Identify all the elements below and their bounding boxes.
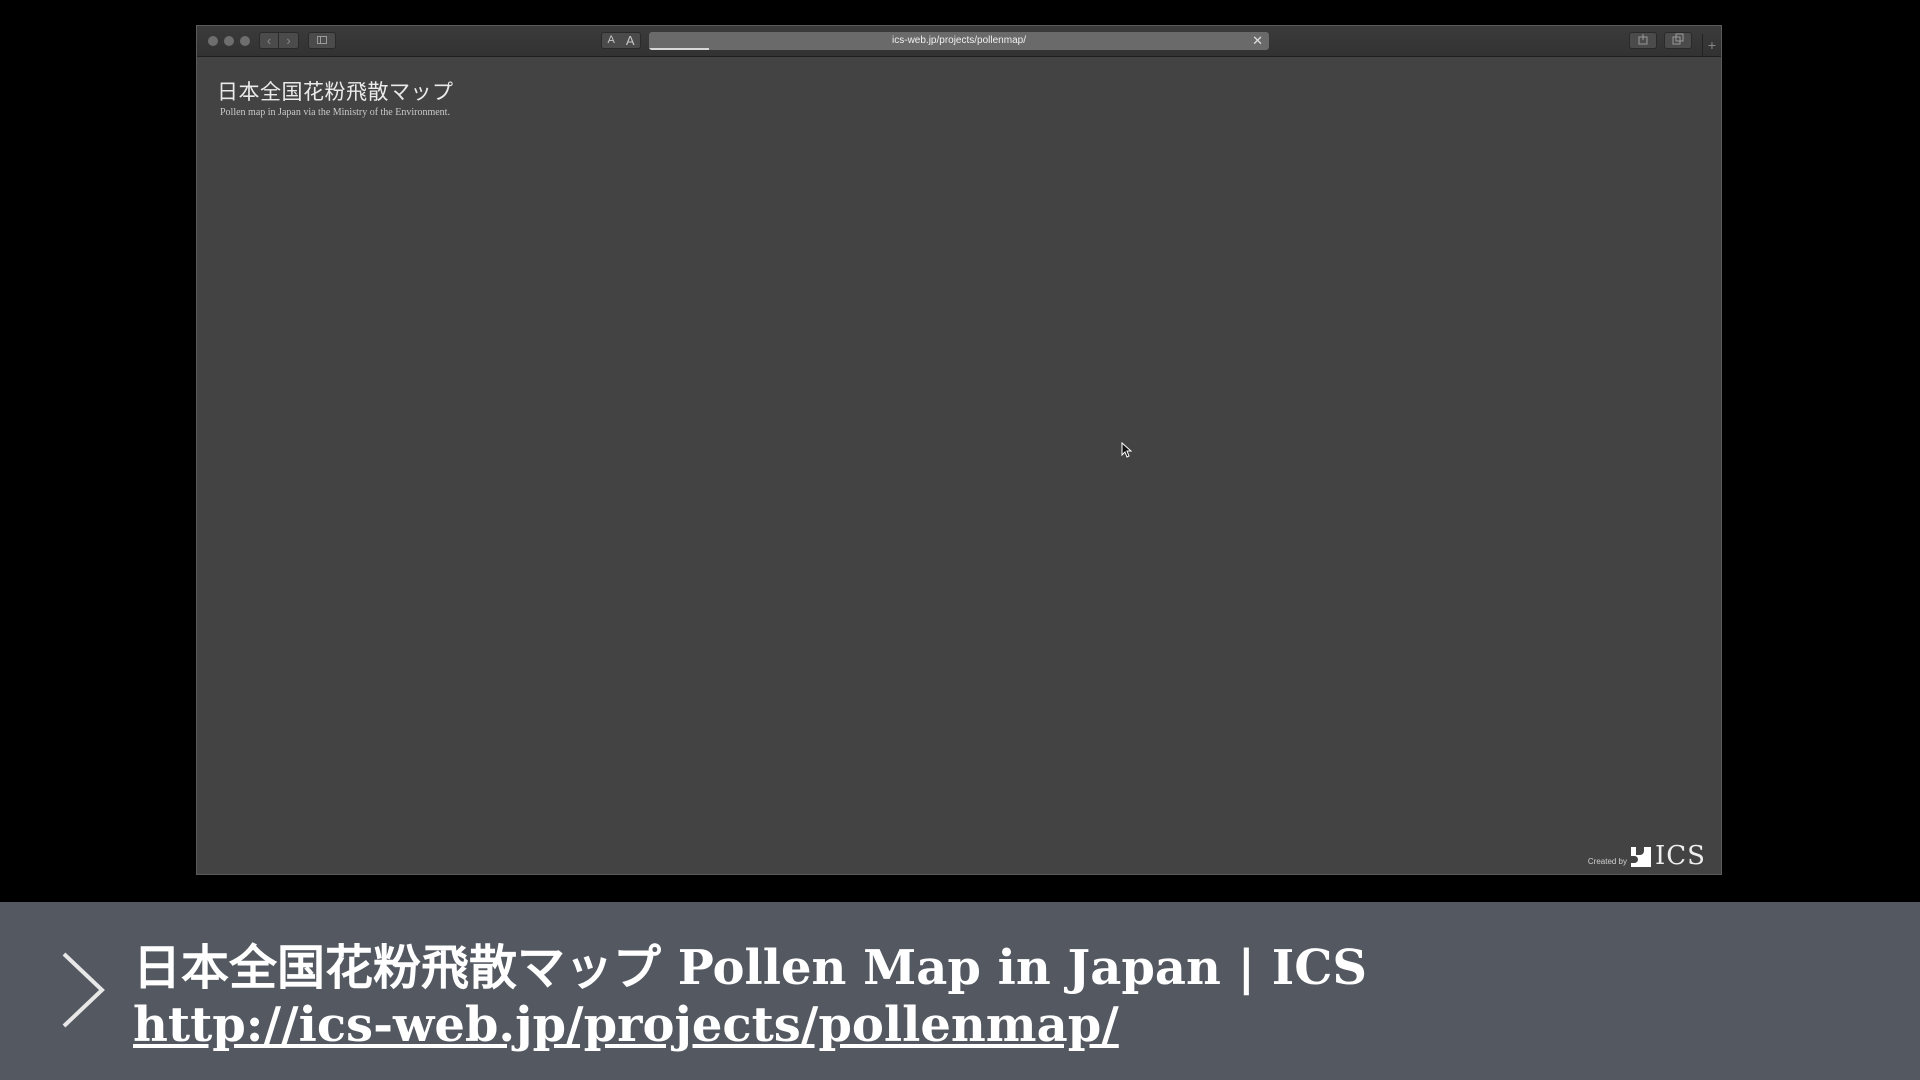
address-url[interactable]: ics-web.jp/projects/pollenmap/ [649,32,1269,50]
ics-logo-icon [1631,847,1652,867]
window-controls [208,36,250,46]
credit-brand: ICS [1655,841,1706,871]
credit-prefix: Created by [1587,857,1628,866]
chevron-right-icon [62,952,105,1028]
page-subtitle: Pollen map in Japan via the Ministry of … [220,107,450,118]
back-button[interactable]: ‹ [259,32,279,49]
text-smaller-button[interactable]: A [607,33,614,48]
browser-window: ‹ › A A ics-web.jp/projects/pollenmap/ ✕ [196,25,1722,875]
browser-toolbar: ‹ › A A ics-web.jp/projects/pollenmap/ ✕ [197,26,1721,57]
share-button[interactable] [1629,32,1657,49]
page-title: 日本全国花粉飛散マップ [217,80,454,104]
share-icon [1638,34,1648,45]
maximize-window-button[interactable] [240,36,250,46]
text-size-control[interactable]: A A [601,32,641,49]
close-window-button[interactable] [208,36,218,46]
history-nav: ‹ › [259,32,299,49]
address-bar[interactable]: ics-web.jp/projects/pollenmap/ ✕ [649,32,1269,50]
stop-loading-icon[interactable]: ✕ [1252,32,1263,50]
sidebar-toggle-button[interactable] [308,32,336,49]
minimize-window-button[interactable] [224,36,234,46]
caption-title: 日本全国花粉飛散マップ Pollen Map in Japan | ICS [133,940,1368,996]
caption-bar: 日本全国花粉飛散マップ Pollen Map in Japan | ICS ht… [0,902,1920,1080]
forward-button[interactable]: › [279,32,299,49]
text-larger-button[interactable]: A [626,33,635,48]
show-tabs-button[interactable] [1664,32,1692,49]
tabs-icon [1672,33,1684,45]
new-tab-button[interactable]: + [1702,34,1721,56]
caption-link[interactable]: http://ics-web.jp/projects/pollenmap/ [133,997,1119,1053]
ics-credit-link[interactable]: Created by ICS [1587,841,1706,871]
sidebar-icon [317,36,327,44]
